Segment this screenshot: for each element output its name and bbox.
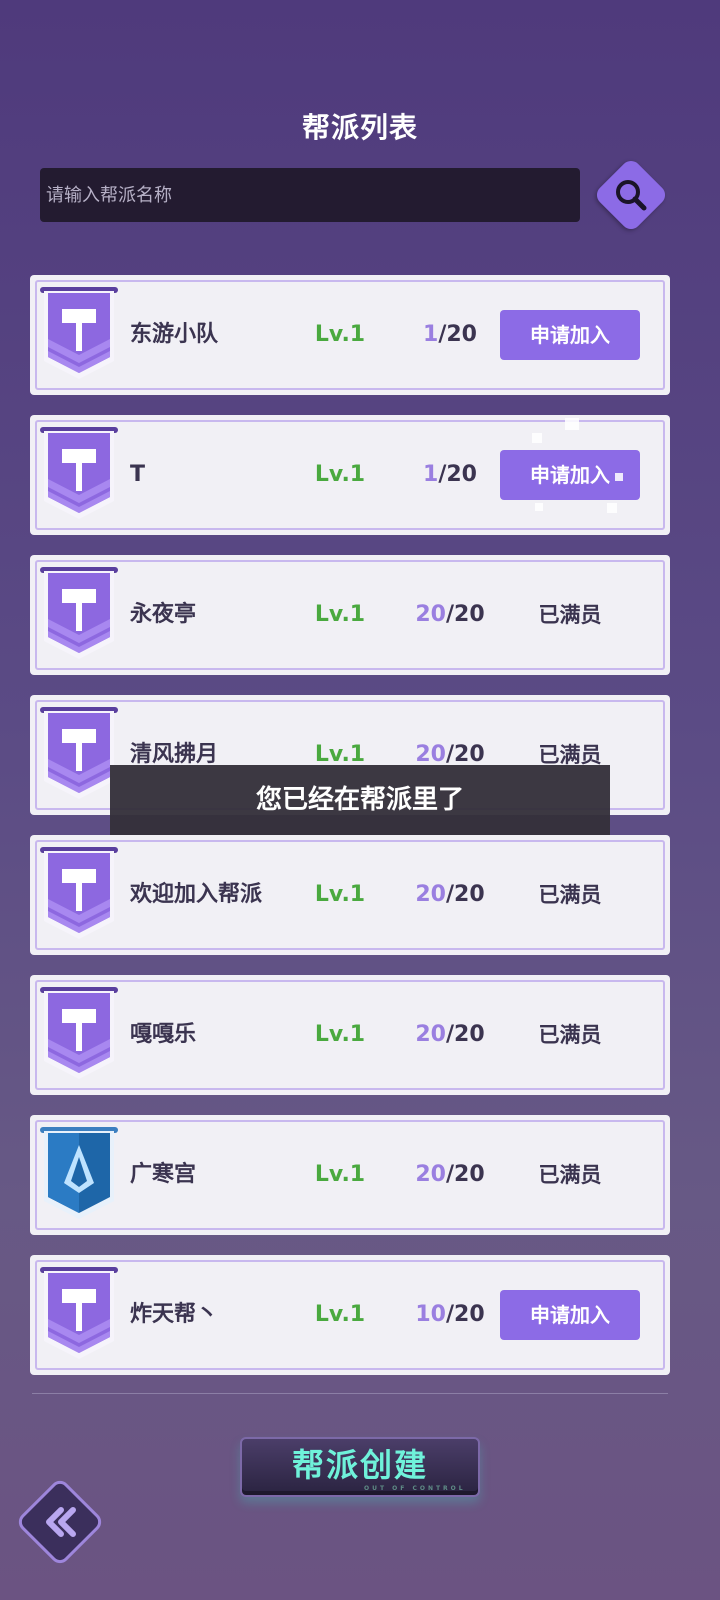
- guild-level: Lv.1: [314, 602, 366, 627]
- member-max: /20: [445, 1302, 485, 1327]
- guild-level: Lv.1: [314, 1022, 366, 1047]
- guild-level: Lv.1: [314, 462, 366, 487]
- member-max: /20: [445, 1162, 485, 1187]
- full-status-label: 已满员: [538, 1163, 602, 1187]
- guild-row: 广寒宫 Lv.1 20/20 已满员: [30, 1115, 670, 1235]
- member-current: 20: [415, 882, 446, 907]
- sparkle-particle: [565, 418, 579, 430]
- guild-row: 永夜亭 Lv.1 20/20 已满员: [30, 555, 670, 675]
- divider: [32, 1393, 668, 1394]
- guild-name: 嘎嘎乐: [130, 1022, 197, 1047]
- full-status-label: 已满员: [538, 603, 602, 627]
- sparkle-particle: [535, 503, 543, 511]
- sparkle-particle: [607, 503, 617, 513]
- guild-row: 炸天帮丶 Lv.1 10/20 申请加入: [30, 1255, 670, 1375]
- sparkle-particle: [615, 473, 623, 481]
- guild-name: 欢迎加入帮派: [130, 882, 263, 907]
- guild-members: 20/20: [390, 835, 510, 955]
- sparkle-particle: [532, 433, 542, 443]
- member-current: 20: [415, 602, 446, 627]
- member-max: /20: [445, 1022, 485, 1047]
- guild-level: Lv.1: [314, 1302, 366, 1327]
- guild-members: 20/20: [390, 975, 510, 1095]
- guild-name: 东游小队: [130, 322, 219, 347]
- guild-members: 20/20: [390, 1115, 510, 1235]
- search-field[interactable]: [40, 168, 580, 222]
- guild-level: Lv.1: [314, 882, 366, 907]
- guild-row: 东游小队 Lv.1 1/20 申请加入: [30, 275, 670, 395]
- search-input[interactable]: [40, 168, 580, 222]
- apply-join-button[interactable]: 申请加入: [500, 1290, 640, 1340]
- hammer-banner-icon: [40, 707, 118, 799]
- back-button[interactable]: [14, 1476, 106, 1568]
- create-guild-label: 帮派创建: [291, 1446, 428, 1484]
- hammer-banner-icon: [40, 287, 118, 379]
- hammer-banner-icon: [40, 847, 118, 939]
- guild-members: 1/20: [390, 415, 510, 535]
- guild-name: 永夜亭: [130, 602, 197, 627]
- guild-name: 炸天帮丶: [130, 1302, 219, 1327]
- hammer-banner-icon: [40, 427, 118, 519]
- member-current: 20: [415, 1162, 446, 1187]
- member-max: /20: [445, 602, 485, 627]
- guild-row: 欢迎加入帮派 Lv.1 20/20 已满员: [30, 835, 670, 955]
- member-max: /20: [445, 742, 485, 767]
- member-current: 20: [415, 1022, 446, 1047]
- member-current: 10: [415, 1302, 446, 1327]
- guild-name: 广寒宫: [130, 1162, 197, 1187]
- guild-row: T Lv.1 1/20 申请加入: [30, 415, 670, 535]
- member-current: 1: [423, 462, 439, 487]
- hammer-banner-icon: [40, 987, 118, 1079]
- member-current: 20: [415, 742, 446, 767]
- guild-level: Lv.1: [314, 1162, 366, 1187]
- search-button[interactable]: [592, 156, 670, 234]
- create-guild-button[interactable]: 帮派创建 OUT OF CONTROL: [240, 1437, 480, 1497]
- guild-members: 20/20: [390, 555, 510, 675]
- hammer-banner-icon: [40, 1267, 118, 1359]
- hammer-banner-icon: [40, 567, 118, 659]
- member-max: /20: [438, 462, 477, 487]
- guild-members: 10/20: [390, 1255, 510, 1375]
- guild-name: T: [130, 462, 146, 487]
- guild-row: 嘎嘎乐 Lv.1 20/20 已满员: [30, 975, 670, 1095]
- member-current: 1: [423, 322, 439, 347]
- member-max: /20: [438, 322, 477, 347]
- full-status-label: 已满员: [538, 883, 602, 907]
- crystal-banner-icon: [40, 1127, 118, 1219]
- toast-message: 您已经在帮派里了: [110, 765, 610, 835]
- create-guild-sublabel: OUT OF CONTROL: [364, 1485, 466, 1492]
- full-status-label: 已满员: [538, 1023, 602, 1047]
- page-title: 帮派列表: [301, 111, 418, 144]
- guild-level: Lv.1: [314, 322, 366, 347]
- apply-join-button[interactable]: 申请加入: [500, 310, 640, 360]
- guild-members: 1/20: [390, 275, 510, 395]
- search-icon: [616, 180, 647, 211]
- double-chevron-left-icon: [46, 1507, 76, 1537]
- member-max: /20: [445, 882, 485, 907]
